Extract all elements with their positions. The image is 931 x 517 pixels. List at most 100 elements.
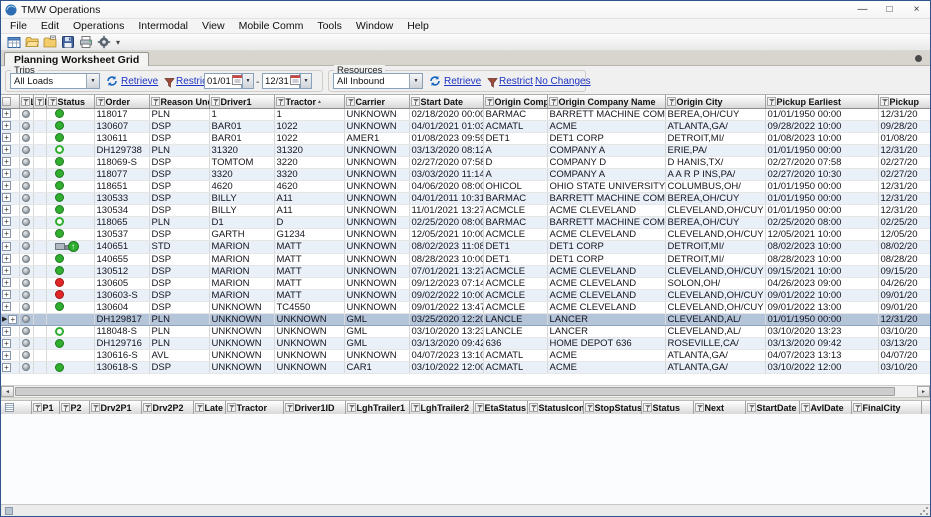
filter-funnel-icon[interactable] xyxy=(411,97,420,106)
column-header-carrier[interactable]: Carrier xyxy=(344,95,409,108)
cell-origin_city[interactable]: SOLON,OH/ xyxy=(665,277,765,289)
resources-combo-dropdown-icon[interactable] xyxy=(409,74,422,88)
resources-filter-combo[interactable]: All Inbound xyxy=(333,73,423,89)
cell-origin_company_name[interactable]: DET1 CORP xyxy=(547,132,665,144)
cell-origin_company[interactable]: DET1 xyxy=(483,253,547,265)
column-header-next[interactable]: Next xyxy=(693,401,745,414)
cell-order[interactable]: 130604 xyxy=(94,301,149,313)
cell-start_date[interactable]: 01/08/2023 09:59 xyxy=(409,132,483,144)
resources-retrieve-link[interactable]: Retrieve xyxy=(444,76,481,87)
cell-pickup_earliest[interactable]: 01/01/1950 00:00 xyxy=(765,204,878,216)
cell-tractor[interactable]: TC4550 xyxy=(274,301,344,313)
cell-driver1[interactable]: MARION xyxy=(209,277,274,289)
cell-reason[interactable]: DSP xyxy=(149,361,209,373)
cell-reason[interactable]: DSP xyxy=(149,180,209,192)
menu-item-help[interactable]: Help xyxy=(400,19,436,33)
trips-restrict-icon[interactable] xyxy=(164,75,175,93)
cell-origin_company[interactable]: OHICOL xyxy=(483,180,547,192)
cell-origin_city[interactable]: CLEVELAND,AL/ xyxy=(665,313,765,325)
row-header-cell[interactable]: + xyxy=(1,180,19,192)
column-header-tractor[interactable]: Tractor▲ xyxy=(274,95,344,108)
column-header-origin_company_name[interactable]: Origin Company Name xyxy=(547,95,665,108)
cell-pickup[interactable]: 08/02/20 xyxy=(878,240,930,253)
cell-start_date[interactable]: 04/01/2021 01:03 xyxy=(409,120,483,132)
resources-grid-body[interactable] xyxy=(1,414,930,504)
column-header-rowheader[interactable] xyxy=(1,95,19,108)
row-header-cell[interactable]: + xyxy=(1,289,19,301)
cell-order[interactable]: DH129716 xyxy=(94,337,149,349)
cell-origin_company[interactable]: BARMAC xyxy=(483,108,547,120)
cell-carrier[interactable]: UNKNOWN xyxy=(344,204,409,216)
filter-funnel-icon[interactable] xyxy=(475,403,484,412)
cell-pickup_earliest[interactable]: 12/05/2021 10:00 xyxy=(765,228,878,240)
column-header-statusicon[interactable]: StatusIcon xyxy=(527,401,583,414)
cell-driver1[interactable]: BAR01 xyxy=(209,132,274,144)
cell-carrier[interactable]: UNKNOWN xyxy=(344,180,409,192)
cell-origin_city[interactable]: BEREA,OH/CUY xyxy=(665,108,765,120)
cell-driver1[interactable]: BILLY xyxy=(209,192,274,204)
cell-origin_city[interactable]: ROSEVILLE,CA/ xyxy=(665,337,765,349)
cell-start_date[interactable]: 04/06/2020 08:00 xyxy=(409,180,483,192)
column-header-drv2p2[interactable]: Drv2P2 xyxy=(141,401,193,414)
filter-funnel-icon[interactable] xyxy=(667,97,676,106)
cell-carrier[interactable]: UNKNOWN xyxy=(344,228,409,240)
cell-reason[interactable]: DSP xyxy=(149,204,209,216)
row-header-cell[interactable]: + xyxy=(1,144,19,156)
menu-item-intermodal[interactable]: Intermodal xyxy=(131,19,195,33)
cell-order[interactable]: 130533 xyxy=(94,192,149,204)
cell-carrier[interactable]: UNKNOWN xyxy=(344,253,409,265)
column-header-stopstatus[interactable]: StopStatus xyxy=(583,401,641,414)
cell-order[interactable]: 130607 xyxy=(94,120,149,132)
cell-origin_company[interactable]: A xyxy=(483,168,547,180)
row-expander-icon[interactable]: + xyxy=(2,133,11,142)
cell-pickup_earliest[interactable]: 09/15/2021 10:00 xyxy=(765,265,878,277)
cell-carrier[interactable]: AMER1 xyxy=(344,132,409,144)
column-header-p1[interactable]: P1 xyxy=(31,401,59,414)
cell-tractor[interactable]: D xyxy=(274,216,344,228)
no-changes-link[interactable]: No Changes xyxy=(535,76,591,87)
column-header-order[interactable]: Order xyxy=(94,95,149,108)
cell-pickup[interactable]: 12/31/20 xyxy=(878,192,930,204)
menu-item-edit[interactable]: Edit xyxy=(34,19,66,33)
cell-pickup_earliest[interactable]: 02/25/2020 08:00 xyxy=(765,216,878,228)
cell-reason[interactable]: DSP xyxy=(149,277,209,289)
column-header-tractor[interactable]: Tractor xyxy=(225,401,283,414)
cell-order[interactable]: 130618-S xyxy=(94,361,149,373)
row-expander-icon[interactable]: + xyxy=(2,205,11,214)
cell-pickup[interactable]: 03/13/20 xyxy=(878,337,930,349)
cell-pickup_earliest[interactable]: 01/01/1950 00:00 xyxy=(765,313,878,325)
cell-pickup_earliest[interactable]: 03/13/2020 09:42 xyxy=(765,337,878,349)
cell-start_date[interactable]: 09/12/2023 07:14 xyxy=(409,277,483,289)
cell-carrier[interactable]: UNKNOWN xyxy=(344,216,409,228)
row-expander-icon[interactable]: + xyxy=(2,242,11,251)
grid-row[interactable]: ▶+DH129817PLNUNKNOWNUNKNOWNGML03/25/2020… xyxy=(1,313,930,325)
save-icon[interactable] xyxy=(60,35,75,50)
cell-carrier[interactable]: UNKNOWN xyxy=(344,265,409,277)
cell-order[interactable]: 118017 xyxy=(94,108,149,120)
cell-origin_company[interactable]: DET1 xyxy=(483,240,547,253)
cell-reason[interactable]: PLN xyxy=(149,325,209,337)
cell-reason[interactable]: DSP xyxy=(149,168,209,180)
folder-page-icon[interactable] xyxy=(42,35,57,50)
row-expander-icon[interactable]: + xyxy=(2,109,11,118)
cell-tractor[interactable]: 1 xyxy=(274,108,344,120)
menu-item-view[interactable]: View xyxy=(195,19,232,33)
row-expander-icon[interactable]: + xyxy=(2,327,11,336)
row-header-cell[interactable]: + xyxy=(1,277,19,289)
cell-origin_city[interactable]: A A R P INS,PA/ xyxy=(665,168,765,180)
grid-row[interactable]: +118069-SDSPTOMTOM3220UNKNOWN02/27/2020 … xyxy=(1,156,930,168)
row-header-cell[interactable]: + xyxy=(1,156,19,168)
cell-origin_city[interactable]: BEREA,OH/CUY xyxy=(665,216,765,228)
cell-start_date[interactable]: 02/18/2020 00:00 xyxy=(409,108,483,120)
menu-item-window[interactable]: Window xyxy=(349,19,400,33)
cell-start_date[interactable]: 12/05/2021 10:00 xyxy=(409,228,483,240)
cell-driver1[interactable]: 3320 xyxy=(209,168,274,180)
column-header-origin_city[interactable]: Origin City xyxy=(665,95,765,108)
cell-tractor[interactable]: 3320 xyxy=(274,168,344,180)
cell-origin_company_name[interactable]: ACME CLEVELAND xyxy=(547,228,665,240)
cell-origin_city[interactable]: CLEVELAND,OH/CUY xyxy=(665,265,765,277)
cell-origin_company_name[interactable]: ACME xyxy=(547,349,665,361)
column-header-finalcity[interactable]: FinalCity xyxy=(851,401,921,414)
row-header-cell[interactable]: + xyxy=(1,240,19,253)
cell-order[interactable]: DH129738 xyxy=(94,144,149,156)
